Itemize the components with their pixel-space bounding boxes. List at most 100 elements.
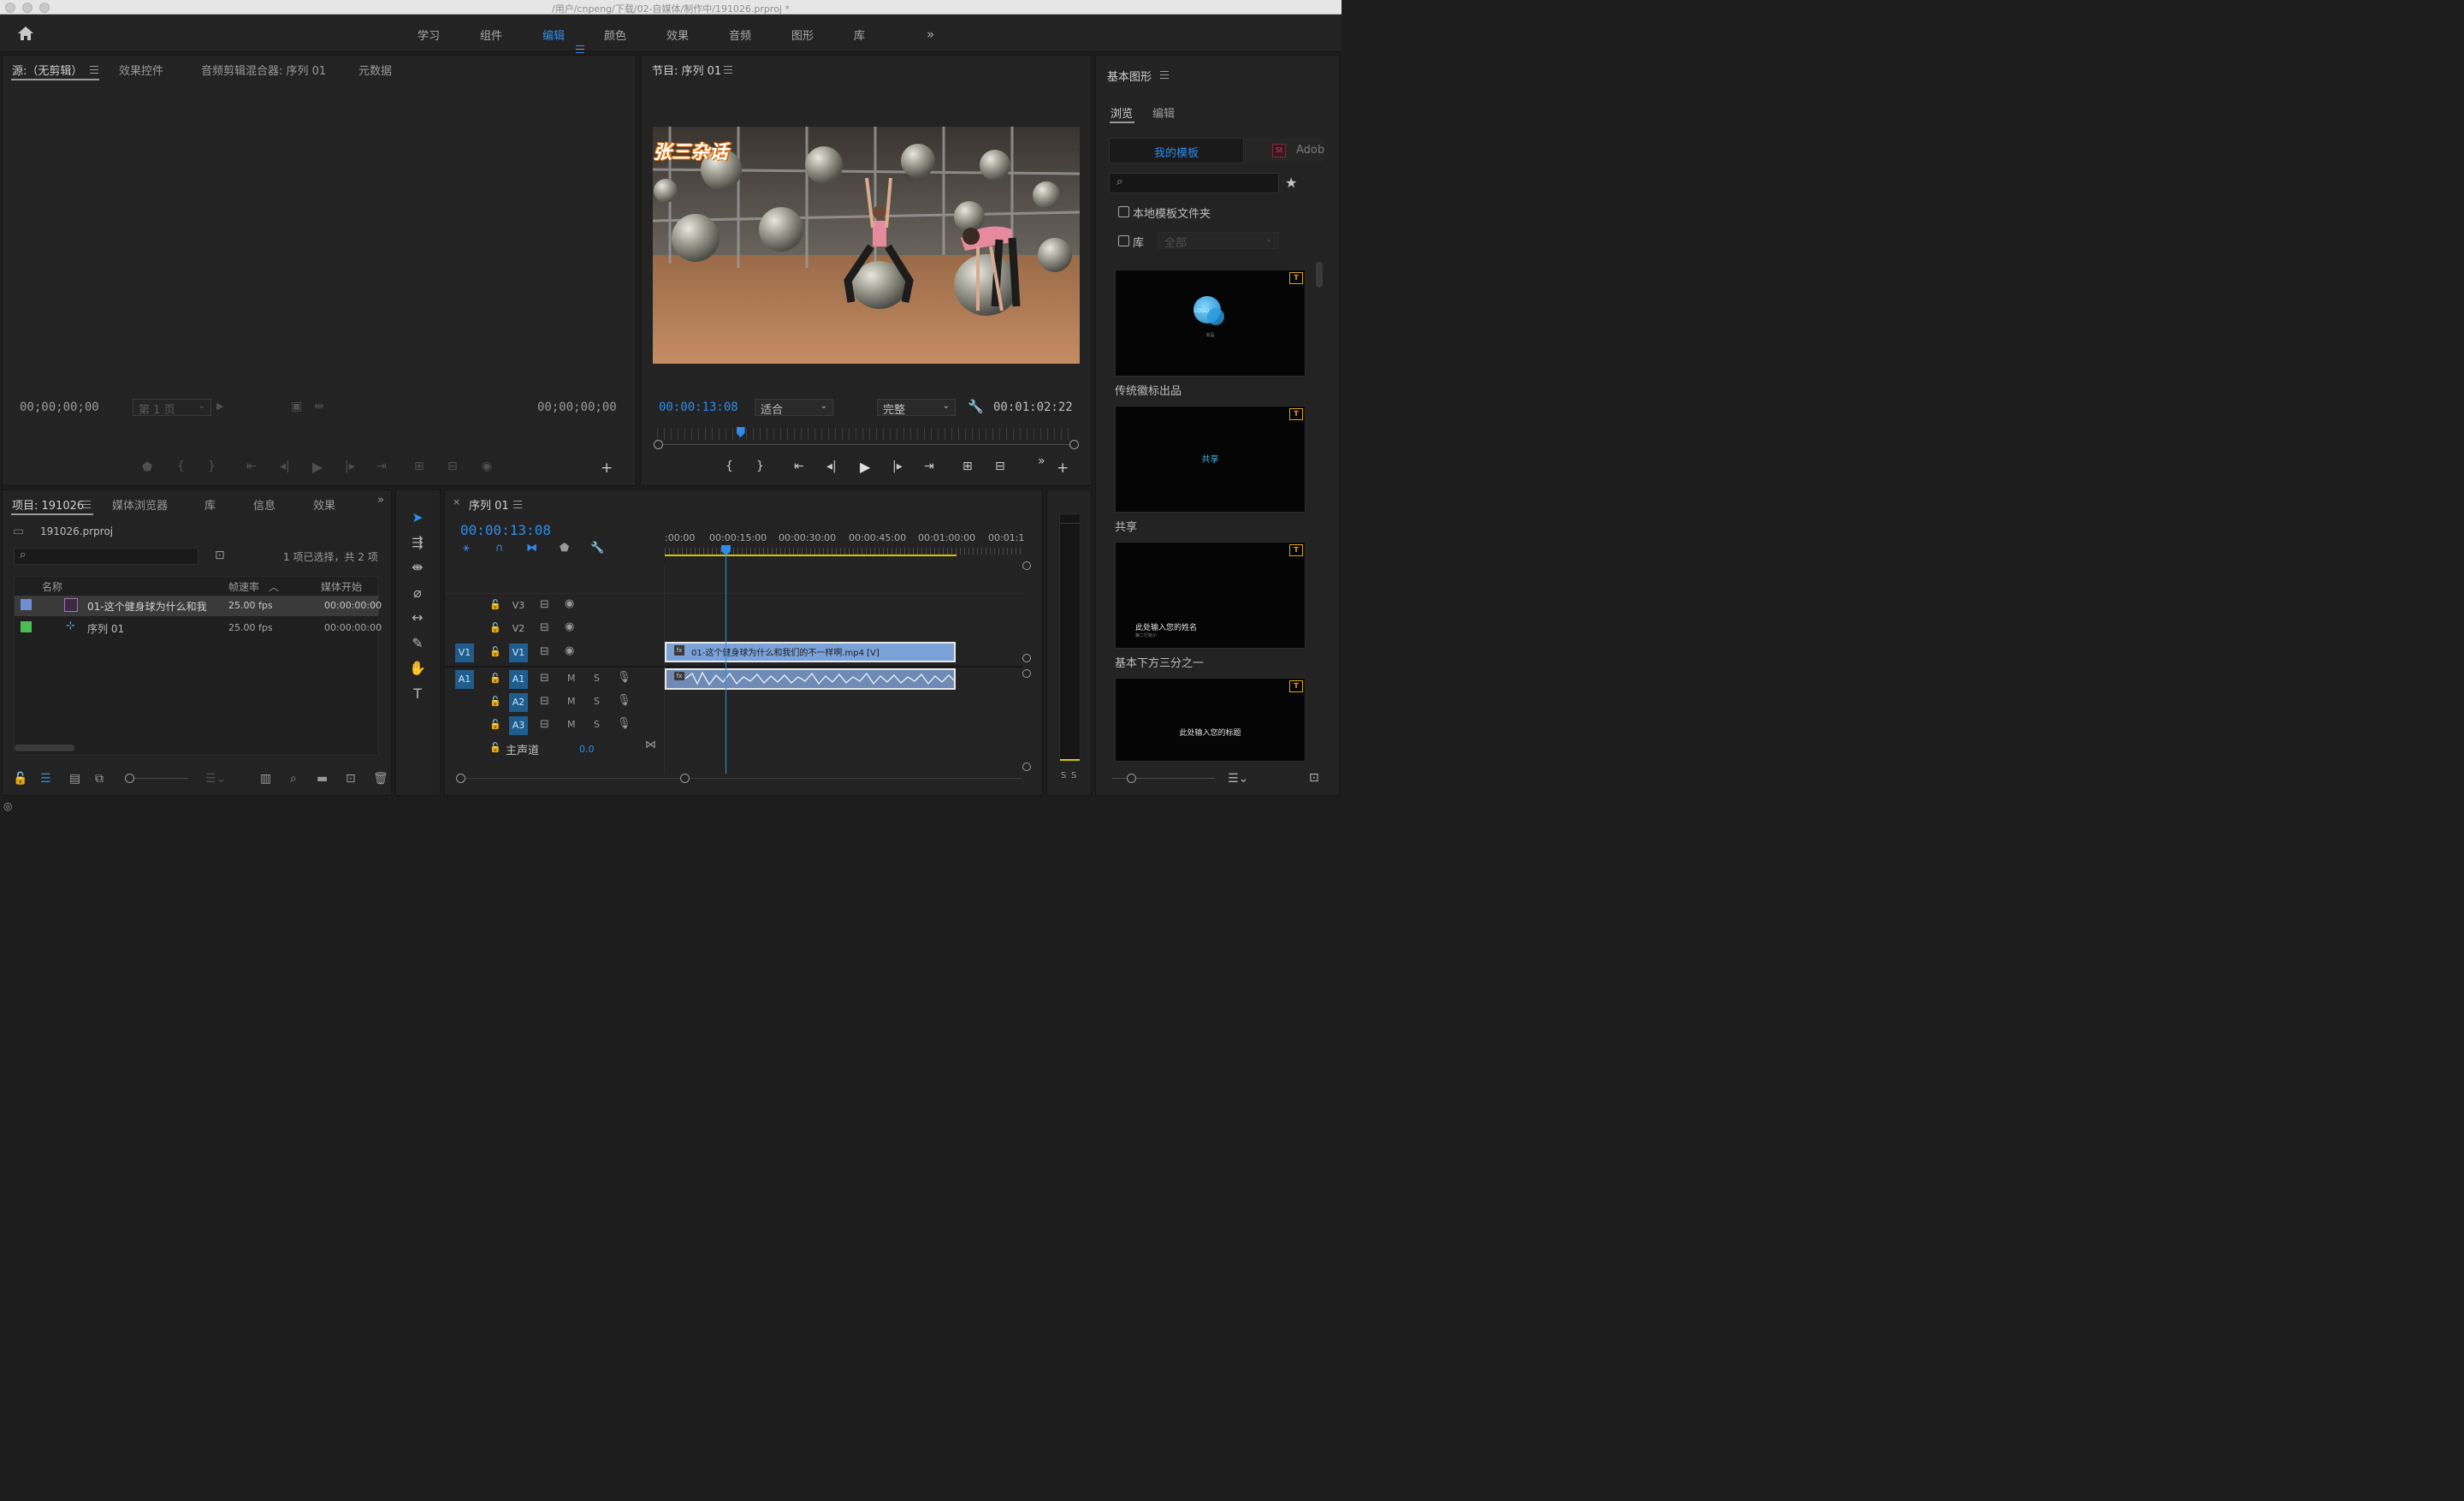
wrench-icon[interactable]: 🔧	[968, 399, 984, 414]
insert-icon[interactable]: ⊞	[414, 460, 424, 473]
sort-icons-icon[interactable]: ☰⌄	[205, 772, 226, 786]
track-height-handle[interactable]	[1022, 654, 1031, 662]
template-card[interactable]: T 此处输入您的姓名 第二行标小	[1115, 542, 1306, 649]
mark-in-icon[interactable]: {	[177, 460, 185, 473]
star-icon[interactable]: ★	[1285, 175, 1297, 191]
sync-lock-icon[interactable]: ⊟	[540, 598, 549, 611]
label-color-swatch[interactable]	[21, 599, 32, 610]
program-zoom-bar[interactable]	[657, 444, 1075, 445]
timeline-ruler[interactable]: :00:00 00:00:15:00 00:00:30:00 00:00:45:…	[665, 531, 1024, 556]
workspace-tab-assembly[interactable]: 组件	[480, 27, 502, 43]
zoom-handle-right[interactable]	[1069, 440, 1079, 449]
button-editor-add-icon[interactable]: +	[601, 460, 613, 477]
slip-tool-icon[interactable]: ↔	[409, 609, 426, 626]
timeline-menu-icon[interactable]	[513, 501, 522, 508]
step-forward-icon[interactable]: |▸	[892, 460, 903, 473]
master-track-toggle-icon[interactable]: ⋈	[645, 739, 656, 751]
master-volume-value[interactable]: 0.0	[579, 744, 595, 755]
add-marker-icon[interactable]: ⬟	[560, 542, 569, 555]
lock-icon[interactable]: 🔓	[489, 646, 501, 657]
home-icon[interactable]	[17, 26, 34, 41]
pen-tool-icon[interactable]: ✎	[409, 635, 426, 652]
mute-button[interactable]: M	[567, 719, 576, 730]
sync-lock-icon[interactable]: ⊟	[540, 645, 549, 658]
razor-tool-icon[interactable]: ⌀	[409, 584, 426, 602]
play-icon[interactable]: ▶	[860, 459, 870, 475]
track-target-a1[interactable]: A1	[509, 670, 528, 689]
track-select-tool-icon[interactable]: ⇶	[409, 534, 426, 551]
microphone-icon[interactable]: 🎙	[617, 694, 631, 707]
program-monitor-title[interactable]: 节目: 序列 01	[652, 62, 721, 78]
lock-icon[interactable]: 🔓	[13, 772, 27, 786]
tab-edit[interactable]: 编辑	[1152, 104, 1175, 121]
essential-graphics-title[interactable]: 基本图形	[1107, 68, 1152, 84]
graphics-scrollbar[interactable]	[1316, 262, 1323, 288]
lock-icon[interactable]: 🔓	[489, 673, 501, 684]
export-frame-icon[interactable]: ◉	[482, 460, 492, 473]
my-templates-button[interactable]: 我的模板	[1109, 138, 1244, 163]
new-item-icon[interactable]: ⊡	[346, 772, 356, 786]
automate-to-sequence-icon[interactable]: ▥	[260, 772, 271, 786]
table-row[interactable]: 01-这个健身球为什么和我 25.00 fps 00:00:00:00	[15, 596, 382, 616]
extract-icon[interactable]: ⊟	[995, 460, 1005, 473]
button-editor-add-icon[interactable]: +	[1057, 460, 1069, 477]
workspace-tab-effects[interactable]: 效果	[666, 27, 689, 43]
selection-tool-icon[interactable]: ➤	[409, 509, 426, 526]
column-header-fps[interactable]: 帧速率	[228, 579, 259, 594]
lock-icon[interactable]: 🔓	[489, 719, 501, 730]
new-bin-icon[interactable]: ▬	[317, 772, 328, 786]
essential-graphics-menu-icon[interactable]	[1160, 71, 1169, 79]
thumbnail-size-slider-handle[interactable]	[1127, 774, 1136, 783]
template-card[interactable]: T 此处输入您的标题	[1115, 678, 1306, 762]
program-time-ruler[interactable]	[657, 428, 1075, 440]
eye-icon[interactable]: ◉	[565, 620, 574, 633]
track-target-a3[interactable]: A3	[509, 716, 528, 735]
tab-sequence[interactable]: 序列 01	[469, 496, 509, 513]
panel-overflow-icon[interactable]: »	[377, 494, 384, 507]
microphone-icon[interactable]: 🎙	[617, 717, 631, 730]
fit-select[interactable]: 适合 ⌄	[755, 399, 833, 417]
solo-right-button[interactable]: S	[1071, 771, 1076, 780]
track-height-handle[interactable]	[1022, 669, 1031, 678]
workspace-menu-icon[interactable]	[576, 45, 584, 53]
timeline-settings-wrench-icon[interactable]: 🔧	[590, 542, 604, 555]
overflow-icon[interactable]: »	[1038, 454, 1045, 468]
column-header-media-start[interactable]: 媒体开始	[321, 579, 362, 594]
find-icon[interactable]: ⌕	[290, 772, 297, 786]
go-to-out-icon[interactable]: ⇥	[376, 460, 387, 473]
tab-source[interactable]: 源:（无剪辑）	[12, 62, 82, 78]
library-checkbox[interactable]	[1118, 235, 1129, 246]
type-tool-icon[interactable]: T	[409, 685, 426, 703]
mark-in-icon[interactable]: {	[726, 460, 733, 473]
mute-button[interactable]: M	[567, 673, 576, 684]
drop-frame-icon[interactable]: ⇹	[314, 400, 324, 413]
sync-lock-icon[interactable]: ⊟	[540, 695, 549, 708]
playback-resolution-select[interactable]: 完整 ⌄	[877, 399, 956, 417]
lock-icon[interactable]: 🔓	[489, 742, 501, 753]
track-target-v1[interactable]: V1	[509, 644, 528, 662]
tab-media-browser[interactable]: 媒体浏览器	[112, 496, 168, 513]
list-view-icon[interactable]: ☰	[40, 772, 51, 786]
zoom-slider[interactable]	[127, 778, 188, 779]
lock-icon[interactable]: 🔓	[489, 599, 501, 610]
project-search-input[interactable]: ⌕	[14, 548, 198, 565]
tab-info[interactable]: 信息	[253, 496, 275, 513]
graphics-search-input[interactable]: ⌕	[1109, 173, 1279, 193]
tab-browse[interactable]: 浏览	[1111, 104, 1133, 121]
library-select[interactable]: 全部 ⌄	[1158, 232, 1278, 250]
go-to-in-icon[interactable]: ⇤	[246, 460, 257, 473]
linked-selection-icon[interactable]: ⧓	[526, 542, 537, 555]
workspace-overflow-icon[interactable]: »	[927, 27, 934, 42]
freeform-view-icon[interactable]: ⧉	[95, 772, 104, 786]
workspace-tab-learn[interactable]: 学习	[418, 27, 440, 43]
sort-icon[interactable]: ☰⌄	[1228, 772, 1248, 786]
track-target-v2[interactable]: V2	[509, 620, 528, 638]
icon-view-icon[interactable]: ▤	[69, 772, 80, 786]
mute-button[interactable]: M	[567, 696, 576, 707]
scroll-handle-left[interactable]	[456, 774, 465, 783]
find-bin-icon[interactable]: ⊡	[215, 549, 225, 562]
step-back-icon[interactable]: ◂|	[826, 460, 837, 473]
sync-lock-icon[interactable]: ⊟	[540, 621, 549, 634]
timeline-timecode[interactable]: 00:00:13:08	[460, 522, 551, 538]
workspace-tab-graphics[interactable]: 图形	[791, 27, 814, 43]
